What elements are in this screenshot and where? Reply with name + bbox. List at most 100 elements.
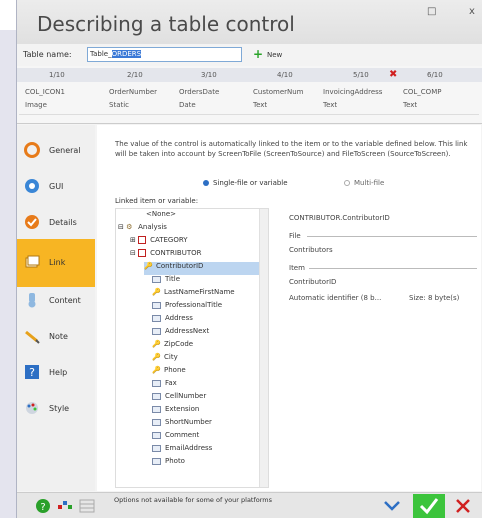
tree-item-addressnext[interactable]: AddressNext xyxy=(152,327,209,340)
tree-item-label: CATEGORY xyxy=(150,236,188,244)
item-section-label: Item xyxy=(289,264,305,272)
tree-item-contributorid[interactable]: 🔑 ContributorID xyxy=(144,262,259,275)
key-icon: 🔑 xyxy=(152,340,161,348)
column-number[interactable]: 5/10 xyxy=(353,71,369,79)
column-name[interactable]: COL_ICON1 xyxy=(25,88,65,96)
expand-icon[interactable]: ⊞ xyxy=(130,236,138,244)
tree-item-fax[interactable]: Fax xyxy=(152,379,177,392)
tree-item-label: LastNameFirstName xyxy=(164,288,235,296)
tree-item-label: Phone xyxy=(164,366,186,374)
column-type[interactable]: Image xyxy=(25,101,47,109)
column-name[interactable]: InvoicingAddress xyxy=(323,88,382,96)
collapse-icon[interactable]: ⊟ xyxy=(118,223,126,231)
column-number[interactable]: 3/10 xyxy=(201,71,217,79)
help-icon: ? xyxy=(25,365,39,379)
sidebar-item-label: Link xyxy=(49,258,66,267)
close-button[interactable]: x xyxy=(469,6,475,17)
column-type[interactable]: Text xyxy=(323,101,337,109)
table-name-input[interactable]: Table_ORDERS xyxy=(87,47,242,62)
new-button[interactable]: New xyxy=(267,51,282,59)
table-icon xyxy=(138,236,147,244)
tree-item-label: Analysis xyxy=(138,223,167,231)
tree-item-emailaddress[interactable]: EmailAddress xyxy=(152,444,212,457)
sidebar-item-style[interactable]: Style xyxy=(17,385,95,433)
ok-button[interactable] xyxy=(413,494,445,518)
column-type[interactable]: Static xyxy=(109,101,129,109)
dialog-title: Describing a table control xyxy=(37,12,295,36)
column-number[interactable]: 4/10 xyxy=(277,71,293,79)
tree-item-label: ContributorID xyxy=(156,262,204,270)
sidebar-item-label: Note xyxy=(49,332,68,341)
column-number[interactable]: 1/10 xyxy=(49,71,65,79)
sidebar-item-label: Content xyxy=(49,296,81,305)
tree-item-title[interactable]: Title xyxy=(152,275,180,288)
tree-item-zipcode[interactable]: 🔑 ZipCode xyxy=(152,340,193,353)
column-number[interactable]: 2/10 xyxy=(127,71,143,79)
style-icon xyxy=(26,402,38,414)
help-circle-icon[interactable]: ? xyxy=(35,498,51,514)
column-type[interactable]: Text xyxy=(253,101,267,109)
collapse-icon[interactable]: ⊟ xyxy=(130,249,138,257)
linked-item-label: Linked item or variable: xyxy=(115,197,199,205)
title-bar: Describing a table control □ x xyxy=(17,0,482,44)
tree-item-label: Title xyxy=(165,275,181,283)
field-icon xyxy=(152,275,161,283)
field-icon xyxy=(152,444,161,452)
column-name[interactable]: OrderNumber xyxy=(109,88,157,96)
tree-item-cellnumber[interactable]: CellNumber xyxy=(152,392,206,405)
background-panel xyxy=(0,30,16,518)
item-tree[interactable]: <None> ⊟ ⚙ Analysis ⊞ CATEGORY ⊟ CONTRIBU… xyxy=(115,208,269,488)
grid-icon[interactable] xyxy=(79,499,95,513)
item-size: Size: 8 byte(s) xyxy=(409,294,460,302)
tree-item-phone[interactable]: 🔑 Phone xyxy=(152,366,186,379)
tree-scrollbar[interactable] xyxy=(259,209,268,487)
item-type: Automatic identifier (8 b... xyxy=(289,294,382,302)
column-name[interactable]: CustomerNum xyxy=(253,88,304,96)
tree-item-none[interactable]: <None> xyxy=(146,210,176,223)
radio-multi-label: Multi-file xyxy=(354,179,385,187)
radio-single-file[interactable]: Single-file or variable xyxy=(203,179,288,187)
add-icon[interactable]: + xyxy=(253,47,263,61)
tree-item-contributor[interactable]: ⊟ CONTRIBUTOR xyxy=(130,249,202,262)
tree-item-label: AddressNext xyxy=(165,327,210,335)
tree-item-extension[interactable]: Extension xyxy=(152,405,199,418)
tree-item-category[interactable]: ⊞ CATEGORY xyxy=(130,236,188,249)
tree-item-professionaltitle[interactable]: ProfessionalTitle xyxy=(152,301,222,314)
tree-item-label: City xyxy=(164,353,178,361)
link-path: CONTRIBUTOR.ContributorID xyxy=(289,214,390,222)
column-number-row xyxy=(17,68,482,82)
tree-item-shortnumber[interactable]: ShortNumber xyxy=(152,418,212,431)
tree-item-city[interactable]: 🔑 City xyxy=(152,353,178,366)
tree-item-comment[interactable]: Comment xyxy=(152,431,199,444)
radio-multi-file[interactable]: Multi-file xyxy=(344,179,384,187)
column-number[interactable]: 6/10 xyxy=(427,71,443,79)
column-type[interactable]: Text xyxy=(403,101,417,109)
link-details: CONTRIBUTOR.ContributorID File Contribut… xyxy=(289,208,479,488)
tree-item-label: ShortNumber xyxy=(165,418,212,426)
link-panel: The value of the control is automaticall… xyxy=(97,125,481,491)
field-icon xyxy=(152,327,161,335)
column-name[interactable]: COL_COMP xyxy=(403,88,441,96)
sidebar-item-label: GUI xyxy=(49,182,64,191)
tree-item-lastnamefirstname[interactable]: 🔑 LastNameFirstName xyxy=(152,288,235,301)
platform-icon[interactable] xyxy=(57,499,73,513)
tree-item-analysis[interactable]: ⊟ ⚙ Analysis xyxy=(118,223,167,236)
horizontal-scrollbar[interactable] xyxy=(19,114,479,122)
sidebar-item-label: Details xyxy=(49,218,77,227)
field-icon xyxy=(152,379,161,387)
field-icon xyxy=(152,314,161,322)
restore-button[interactable]: □ xyxy=(427,6,436,17)
column-name[interactable]: OrdersDate xyxy=(179,88,219,96)
table-icon xyxy=(138,249,147,257)
tree-item-label: Address xyxy=(165,314,193,322)
item-value: ContributorID xyxy=(289,278,337,286)
file-section-label: File xyxy=(289,232,301,240)
cancel-button[interactable] xyxy=(447,494,479,518)
chevron-down-icon[interactable] xyxy=(375,494,409,518)
tree-item-address[interactable]: Address xyxy=(152,314,193,327)
tree-item-photo[interactable]: Photo xyxy=(152,457,185,470)
tree-item-label: CONTRIBUTOR xyxy=(150,249,202,257)
delete-column-icon[interactable]: ✖ xyxy=(389,69,397,80)
tree-item-label: CellNumber xyxy=(165,392,207,400)
column-type[interactable]: Date xyxy=(179,101,196,109)
